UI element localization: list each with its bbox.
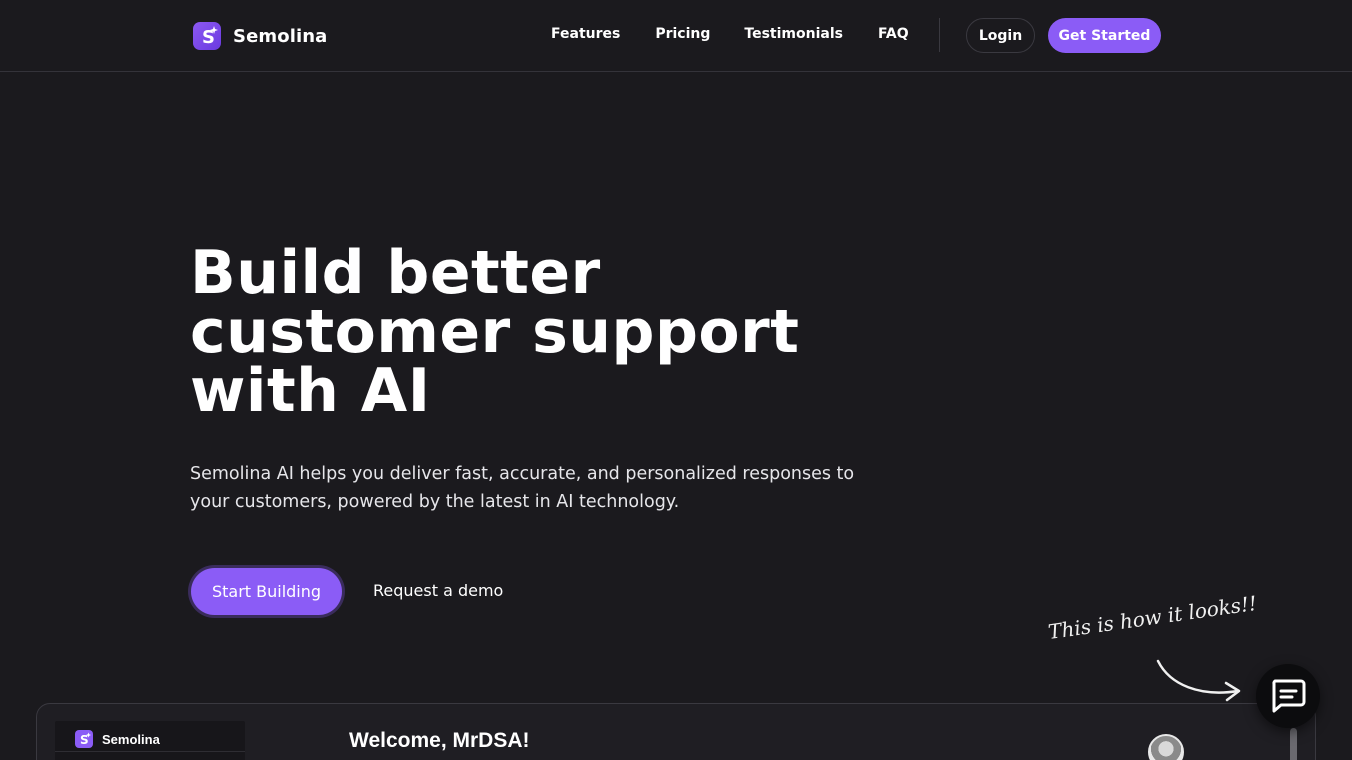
get-started-button[interactable]: Get Started (1048, 18, 1161, 53)
preview-sidebar: S Semolina (55, 721, 245, 760)
avatar (1148, 734, 1184, 760)
chat-bubble-icon (1272, 679, 1306, 713)
sparkle-s-icon: S (193, 22, 221, 50)
login-button[interactable]: Login (966, 18, 1035, 53)
top-navbar: S Semolina Features Pricing Testimonials… (0, 0, 1352, 72)
hero-subtitle: Semolina AI helps you deliver fast, accu… (190, 460, 870, 516)
preview-logo: S Semolina (75, 730, 160, 748)
dashboard-preview: S Semolina Welcome, MrDSA! (36, 703, 1316, 760)
preview-sidebar-divider (55, 751, 245, 752)
preview-brand-name: Semolina (102, 731, 160, 747)
preview-scrollbar (1290, 728, 1297, 760)
hero-title-line: with AI (190, 356, 431, 426)
curved-arrow-icon (1156, 659, 1241, 702)
nav-link-pricing[interactable]: Pricing (655, 26, 710, 42)
request-demo-link[interactable]: Request a demo (373, 581, 503, 600)
hero-title: Build better customer support with AI (190, 243, 890, 421)
nav-link-features[interactable]: Features (551, 26, 620, 42)
nav-link-faq[interactable]: FAQ (878, 26, 909, 42)
brand-logo[interactable]: S Semolina (193, 22, 327, 50)
nav-link-testimonials[interactable]: Testimonials (744, 26, 843, 42)
preview-welcome-heading: Welcome, MrDSA! (349, 729, 530, 752)
brand-name: Semolina (233, 25, 328, 47)
hero-subtitle-line: your customers, powered by the latest in… (190, 492, 680, 512)
annotation-text: This is how it looks!! (1046, 590, 1259, 644)
hero-subtitle-line: Semolina AI helps you deliver fast, accu… (190, 464, 855, 484)
chat-widget-button[interactable] (1256, 664, 1320, 728)
nav-links: Features Pricing Testimonials FAQ (551, 26, 909, 42)
start-building-button[interactable]: Start Building (191, 568, 342, 615)
nav-divider (939, 18, 940, 52)
sparkle-s-icon: S (75, 730, 93, 748)
